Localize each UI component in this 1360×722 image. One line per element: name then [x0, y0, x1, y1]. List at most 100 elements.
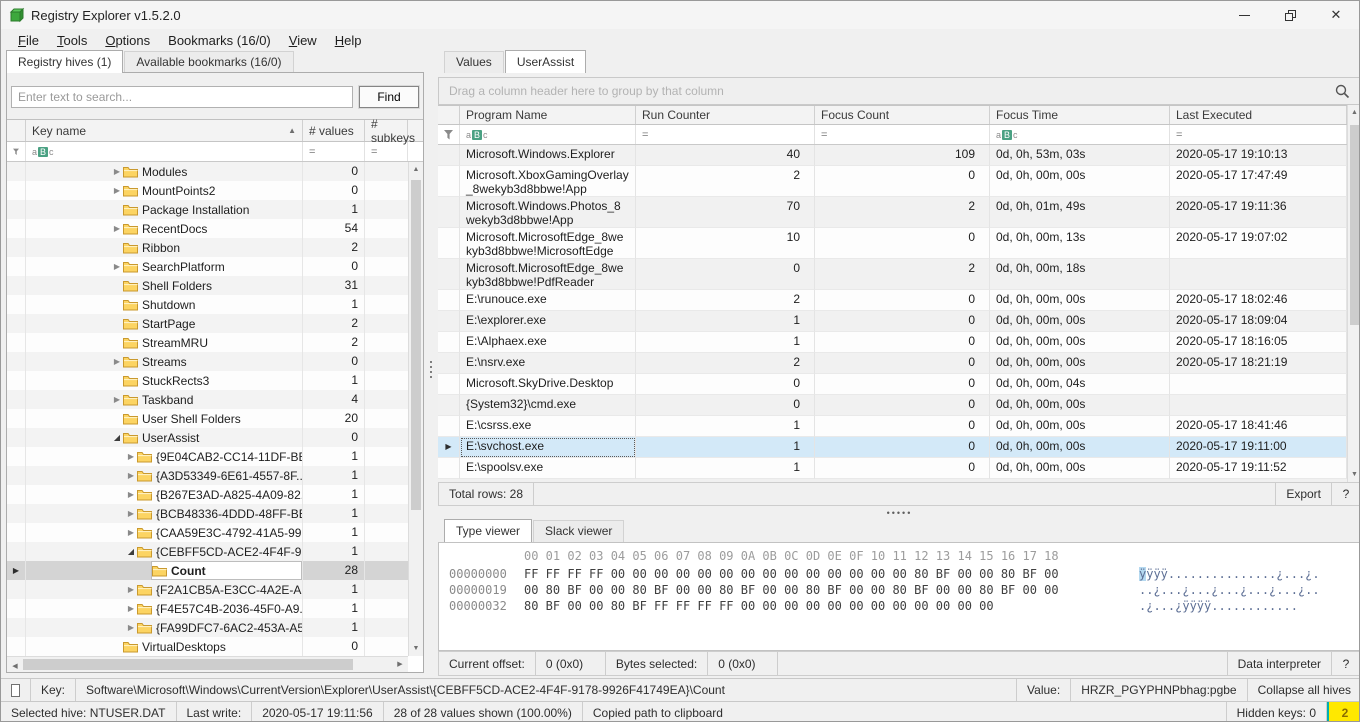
grid-filter-cell[interactable]: aBc — [990, 125, 1170, 144]
menu-item-options[interactable]: Options — [96, 31, 159, 50]
tree-row[interactable]: Shell Folders31 — [7, 276, 408, 295]
tree-row[interactable]: Package Installation1 — [7, 200, 408, 219]
grid-column-run-counter[interactable]: Run Counter — [636, 106, 815, 124]
data-interpreter-button[interactable]: Data interpreter — [1227, 652, 1332, 675]
collapse-icon[interactable]: ◢ — [125, 547, 137, 556]
grid-row[interactable]: Microsoft.Windows.Photos_8wekyb3d8bbwe!A… — [438, 197, 1347, 228]
grid-column-focus-time[interactable]: Focus Time — [990, 106, 1170, 124]
menu-item-bookmarks[interactable]: Bookmarks (16/0) — [159, 31, 280, 50]
expand-icon[interactable]: ▶ — [111, 395, 123, 404]
tree-row[interactable]: ▶Count28 — [7, 561, 408, 580]
tree-row[interactable]: ▶RecentDocs54 — [7, 219, 408, 238]
tree-row[interactable]: ▶{F4E57C4B-2036-45F0-A9...1 — [7, 599, 408, 618]
expand-icon[interactable]: ▶ — [111, 186, 123, 195]
tree-row[interactable]: ▶SearchPlatform0 — [7, 257, 408, 276]
tree-row[interactable]: StuckRects31 — [7, 371, 408, 390]
expand-icon[interactable]: ▶ — [125, 509, 137, 518]
tree-filter-subkeys[interactable]: = — [365, 142, 408, 161]
scroll-right-icon[interactable]: ▶ — [392, 657, 408, 673]
grid-row[interactable]: Microsoft.MicrosoftEdge_8wekyb3d8bbwe!Pd… — [438, 259, 1347, 290]
tree-row[interactable]: ▶{FA99DFC7-6AC2-453A-A5...1 — [7, 618, 408, 637]
grid-column-focus-count[interactable]: Focus Count — [815, 106, 990, 124]
tab-userassist[interactable]: UserAssist — [505, 50, 586, 73]
grid-vertical-scrollbar[interactable]: ▲ ▼ — [1347, 105, 1360, 482]
grid-filter-cell[interactable]: = — [636, 125, 815, 144]
tab-type-viewer[interactable]: Type viewer — [444, 519, 532, 542]
tree-vscroll-thumb[interactable] — [411, 180, 421, 510]
grid-row[interactable]: Microsoft.XboxGamingOverlay_8wekyb3d8bbw… — [438, 166, 1347, 197]
grid-row[interactable]: E:\runouce.exe200d, 0h, 00m, 00s2020-05-… — [438, 290, 1347, 311]
menu-item-view[interactable]: View — [280, 31, 326, 50]
expand-icon[interactable]: ▶ — [125, 585, 137, 594]
tree-horizontal-scrollbar[interactable]: ◀ ▶ — [7, 656, 408, 672]
tree-row[interactable]: ▶{B267E3AD-A825-4A09-82...1 — [7, 485, 408, 504]
expand-icon[interactable]: ▶ — [125, 528, 137, 537]
notification-badge[interactable]: 2 — [1327, 702, 1360, 722]
grid-row[interactable]: E:\explorer.exe100d, 0h, 00m, 00s2020-05… — [438, 311, 1347, 332]
tree-hscroll-thumb[interactable] — [23, 659, 353, 670]
grid-row[interactable]: E:\csrss.exe100d, 0h, 00m, 00s2020-05-17… — [438, 416, 1347, 437]
grid-row[interactable]: Microsoft.Windows.Explorer401090d, 0h, 5… — [438, 145, 1347, 166]
collapse-all-hives-button[interactable]: Collapse all hives — [1248, 679, 1360, 701]
grid-row[interactable]: ▶E:\svchost.exe100d, 0h, 00m, 00s2020-05… — [438, 437, 1347, 458]
tree-row[interactable]: Shutdown1 — [7, 295, 408, 314]
restore-button[interactable] — [1267, 1, 1313, 29]
grid-help-button[interactable]: ? — [1332, 483, 1360, 505]
tree-filter-values[interactable]: = — [303, 142, 365, 161]
tree-row[interactable]: StreamMRU2 — [7, 333, 408, 352]
tree-row[interactable]: ▶Streams0 — [7, 352, 408, 371]
expand-icon[interactable]: ▶ — [111, 262, 123, 271]
tree-row[interactable]: User Shell Folders20 — [7, 409, 408, 428]
tree-row[interactable]: ▶{CAA59E3C-4792-41A5-99...1 — [7, 523, 408, 542]
close-button[interactable]: ✕ — [1313, 1, 1359, 29]
minimize-button[interactable] — [1221, 1, 1267, 29]
tab-slack-viewer[interactable]: Slack viewer — [533, 520, 624, 542]
grid-column-program-name[interactable]: Program Name — [460, 106, 636, 124]
expand-icon[interactable]: ▶ — [125, 452, 137, 461]
tab-registry-hives[interactable]: Registry hives (1) — [6, 50, 123, 73]
tree-row[interactable]: ▶{9E04CAB2-CC14-11DF-BB...1 — [7, 447, 408, 466]
tree-row[interactable]: StartPage2 — [7, 314, 408, 333]
tab-values[interactable]: Values — [444, 51, 504, 73]
group-by-bar[interactable]: Drag a column header here to group by th… — [438, 77, 1360, 105]
collapse-icon[interactable]: ◢ — [111, 433, 123, 442]
find-button[interactable]: Find — [359, 86, 419, 108]
menu-item-tools[interactable]: Tools — [48, 31, 96, 50]
tree-row[interactable]: ▶{F2A1CB5A-E3CC-4A2E-AF...1 — [7, 580, 408, 599]
expand-icon[interactable]: ▶ — [111, 167, 123, 176]
menu-item-file[interactable]: File — [9, 31, 48, 50]
grid-row[interactable]: Microsoft.MicrosoftEdge_8wekyb3d8bbwe!Mi… — [438, 228, 1347, 259]
expand-icon[interactable]: ▶ — [125, 604, 137, 613]
grid-row[interactable]: Microsoft.SkyDrive.Desktop000d, 0h, 00m,… — [438, 374, 1347, 395]
grid-vscroll-thumb[interactable] — [1350, 125, 1359, 325]
search-input[interactable] — [11, 86, 353, 108]
scroll-up-icon[interactable]: ▲ — [1348, 105, 1360, 120]
tree-row[interactable]: ▶{BCB48336-4DDD-48FF-BB...1 — [7, 504, 408, 523]
tree-row[interactable]: ▶Modules0 — [7, 162, 408, 181]
tree-column-values[interactable]: # values — [303, 120, 365, 141]
tree-row[interactable]: ▶Taskband4 — [7, 390, 408, 409]
grid-row[interactable]: {System32}\cmd.exe000d, 0h, 00m, 00s — [438, 395, 1347, 416]
search-icon[interactable] — [1334, 83, 1350, 99]
scroll-down-icon[interactable]: ▼ — [1348, 467, 1360, 482]
tree-row[interactable]: ▶{A3D53349-6E61-4557-8F...1 — [7, 466, 408, 485]
tab-available-bookmarks[interactable]: Available bookmarks (16/0) — [124, 51, 293, 73]
tree-column-subkeys[interactable]: # subkeys — [365, 120, 408, 141]
grid-row[interactable]: E:\spoolsv.exe100d, 0h, 00m, 00s2020-05-… — [438, 458, 1347, 479]
tree-vertical-scrollbar[interactable]: ▲ ▼ — [408, 162, 423, 656]
scroll-up-icon[interactable]: ▲ — [409, 162, 423, 177]
grid-filter-cell[interactable]: aBc — [460, 125, 636, 144]
grid-row[interactable]: E:\nsrv.exe200d, 0h, 00m, 00s2020-05-17 … — [438, 353, 1347, 374]
grid-row[interactable]: E:\Alphaex.exe100d, 0h, 00m, 00s2020-05-… — [438, 332, 1347, 353]
grid-filter-cell[interactable]: = — [815, 125, 990, 144]
expand-icon[interactable]: ▶ — [111, 357, 123, 366]
grid-column-last-executed[interactable]: Last Executed — [1170, 106, 1347, 124]
tree-row[interactable]: ◢{CEBFF5CD-ACE2-4F4F-91...1 — [7, 542, 408, 561]
expand-icon[interactable]: ▶ — [125, 471, 137, 480]
tree-row[interactable]: Ribbon2 — [7, 238, 408, 257]
hex-help-button[interactable]: ? — [1332, 652, 1360, 675]
menu-item-help[interactable]: Help — [326, 31, 371, 50]
export-button[interactable]: Export — [1275, 483, 1332, 505]
horizontal-splitter[interactable]: ••••• — [438, 506, 1360, 520]
scroll-left-icon[interactable]: ◀ — [7, 659, 23, 675]
